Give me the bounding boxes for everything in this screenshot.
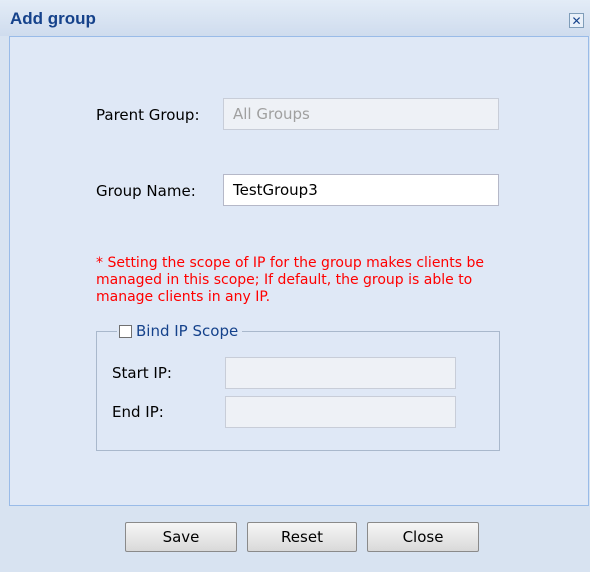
bind-ip-scope-checkbox[interactable] (119, 324, 132, 338)
close-button[interactable]: Close (367, 522, 479, 552)
group-name-label: Group Name: (96, 182, 196, 200)
parent-group-field[interactable]: All Groups (223, 98, 499, 130)
save-button[interactable]: Save (125, 522, 237, 552)
dialog-title: Add group (10, 9, 96, 28)
ip-scope-fieldset (96, 331, 500, 451)
ip-scope-note: * Setting the scope of IP for the group … (96, 255, 485, 305)
close-icon[interactable]: ✕ (569, 13, 584, 28)
end-ip-label: End IP: (112, 403, 164, 421)
start-ip-label: Start IP: (112, 364, 172, 382)
end-ip-input[interactable] (225, 396, 456, 428)
bind-ip-scope-label[interactable]: Bind IP Scope (136, 322, 238, 340)
add-group-dialog: Add group ✕ Parent Group: All Groups Gro… (0, 0, 590, 572)
ip-scope-legend: Bind IP Scope (117, 320, 243, 342)
reset-button[interactable]: Reset (247, 522, 357, 552)
parent-group-label: Parent Group: (96, 106, 200, 124)
dialog-titlebar: Add group ✕ (0, 0, 590, 36)
group-name-input[interactable]: TestGroup3 (223, 174, 499, 206)
start-ip-input[interactable] (225, 357, 456, 389)
